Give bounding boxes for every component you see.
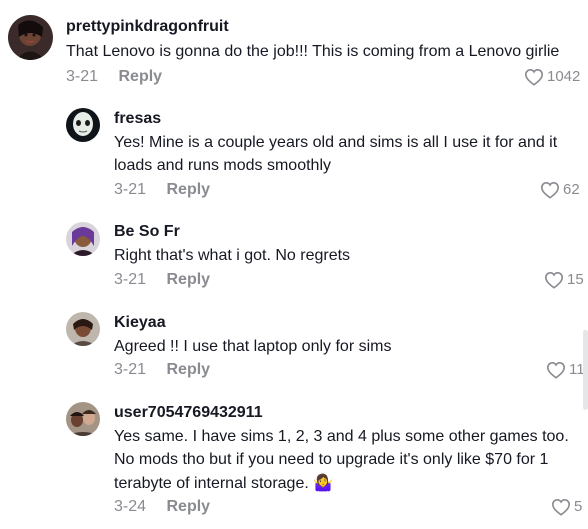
comment-date: 3-21 bbox=[66, 68, 99, 85]
comment-date: 3-24 bbox=[114, 498, 147, 515]
comment-username[interactable]: Kieyaa bbox=[114, 313, 166, 333]
comment-meta: 3-21 Reply bbox=[114, 360, 210, 380]
comment-meta: 3-21 Reply bbox=[114, 180, 210, 200]
avatar[interactable] bbox=[66, 312, 100, 346]
reply-button[interactable]: Reply bbox=[166, 360, 210, 380]
comment-username[interactable]: fresas bbox=[114, 109, 161, 129]
like-count: 62 bbox=[563, 181, 580, 198]
comment-text: Yes same. I have sims 1, 2, 3 and 4 plus… bbox=[114, 425, 576, 495]
like-button[interactable]: 11 bbox=[546, 360, 585, 380]
avatar[interactable] bbox=[8, 15, 53, 60]
reply-button[interactable]: Reply bbox=[166, 497, 210, 517]
reply-button[interactable]: Reply bbox=[118, 67, 162, 87]
avatar[interactable] bbox=[66, 222, 100, 256]
like-count: 5 bbox=[574, 498, 583, 515]
comment-date: 3-21 bbox=[114, 361, 147, 378]
comment-date: 3-21 bbox=[114, 181, 147, 198]
like-count: 15 bbox=[567, 271, 584, 288]
comment-username[interactable]: Be So Fr bbox=[114, 222, 180, 242]
heart-outline-icon bbox=[544, 271, 564, 289]
avatar[interactable] bbox=[66, 108, 100, 142]
scrollbar[interactable] bbox=[583, 330, 588, 410]
heart-outline-icon bbox=[551, 498, 571, 516]
shrug-emoji-icon: 🤷‍♀️ bbox=[313, 473, 334, 492]
like-button[interactable]: 1042 bbox=[524, 67, 580, 87]
comment-meta: 3-24 Reply bbox=[114, 497, 210, 517]
heart-outline-icon bbox=[524, 68, 544, 86]
heart-outline-icon bbox=[546, 361, 566, 379]
comment-date: 3-21 bbox=[114, 271, 147, 288]
like-button[interactable]: 15 bbox=[544, 270, 584, 290]
avatar[interactable] bbox=[66, 402, 100, 436]
comment-meta: 3-21 Reply bbox=[114, 270, 210, 290]
reply-button[interactable]: Reply bbox=[166, 270, 210, 290]
like-count: 1042 bbox=[547, 68, 581, 85]
like-button[interactable]: 5 bbox=[551, 497, 582, 517]
comment-username[interactable]: prettypinkdragonfruit bbox=[66, 17, 229, 37]
comment-meta: 3-21 Reply bbox=[66, 67, 162, 87]
comment-text: Agreed !! I use that laptop only for sim… bbox=[114, 338, 392, 355]
comment-text: That Lenovo is gonna do the job!!! This … bbox=[66, 43, 560, 60]
comment-text: Yes! Mine is a couple years old and sims… bbox=[114, 134, 558, 174]
comment-username[interactable]: user7054769432911 bbox=[114, 403, 263, 423]
heart-outline-icon bbox=[540, 181, 560, 199]
like-button[interactable]: 62 bbox=[540, 180, 580, 200]
comment-text: Right that's what i got. No regrets bbox=[114, 247, 351, 264]
reply-button[interactable]: Reply bbox=[166, 180, 210, 200]
comment-text-body: Yes same. I have sims 1, 2, 3 and 4 plus… bbox=[114, 428, 569, 492]
